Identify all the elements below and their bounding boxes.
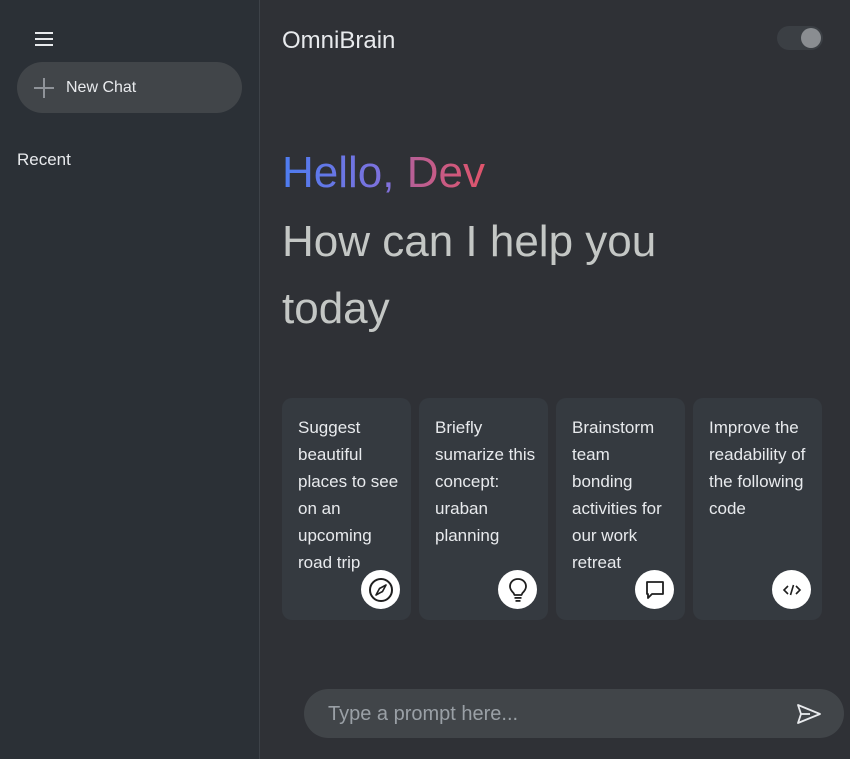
suggestion-card-road-trip[interactable]: Suggest beautiful places to see on an up…	[282, 398, 411, 620]
chat-bubble-icon	[645, 580, 664, 599]
suggestion-card-summarize[interactable]: Briefly sumarize this concept: uraban pl…	[419, 398, 548, 620]
greeting-subtitle: How can I help you today	[282, 217, 657, 333]
suggestion-card-code[interactable]: Improve the readability of the following…	[693, 398, 822, 620]
code-icon-badge	[772, 570, 811, 609]
greeting-hello: Hello,	[282, 148, 407, 197]
sidebar: New Chat Recent	[0, 0, 260, 759]
suggestion-card-text: Briefly sumarize this concept: uraban pl…	[435, 418, 536, 545]
send-button[interactable]	[796, 701, 822, 727]
new-chat-label: New Chat	[66, 78, 137, 96]
compass-icon-badge	[361, 570, 400, 609]
new-chat-button[interactable]: New Chat	[17, 62, 242, 113]
suggestion-card-text: Suggest beautiful places to see on an up…	[298, 418, 399, 572]
toggle-knob	[801, 28, 821, 48]
compass-icon	[368, 577, 393, 602]
app-title: OmniBrain	[282, 27, 396, 54]
app-root: New Chat Recent OmniBrain Hello, Dev How…	[0, 0, 850, 759]
recent-heading: Recent	[17, 150, 71, 169]
suggestion-card-text: Improve the readability of the following…	[709, 418, 806, 518]
code-icon	[782, 584, 801, 595]
send-icon	[797, 704, 821, 724]
lightbulb-icon	[508, 577, 527, 602]
hamburger-menu-icon	[35, 32, 53, 46]
menu-button[interactable]	[30, 28, 58, 50]
prompt-input[interactable]	[326, 689, 770, 740]
prompt-bar	[304, 689, 844, 740]
plus-icon	[34, 77, 54, 98]
suggestion-card-brainstorm[interactable]: Brainstorm team bonding activities for o…	[556, 398, 685, 620]
suggestion-card-text: Brainstorm team bonding activities for o…	[572, 418, 662, 572]
greeting-name: Dev	[406, 148, 485, 197]
greeting: Hello, Dev	[282, 144, 485, 202]
chat-bubble-icon-badge	[635, 570, 674, 609]
theme-toggle[interactable]	[777, 26, 823, 50]
lightbulb-icon-badge	[498, 570, 537, 609]
main-area: OmniBrain Hello, Dev How can I help you …	[260, 0, 850, 759]
